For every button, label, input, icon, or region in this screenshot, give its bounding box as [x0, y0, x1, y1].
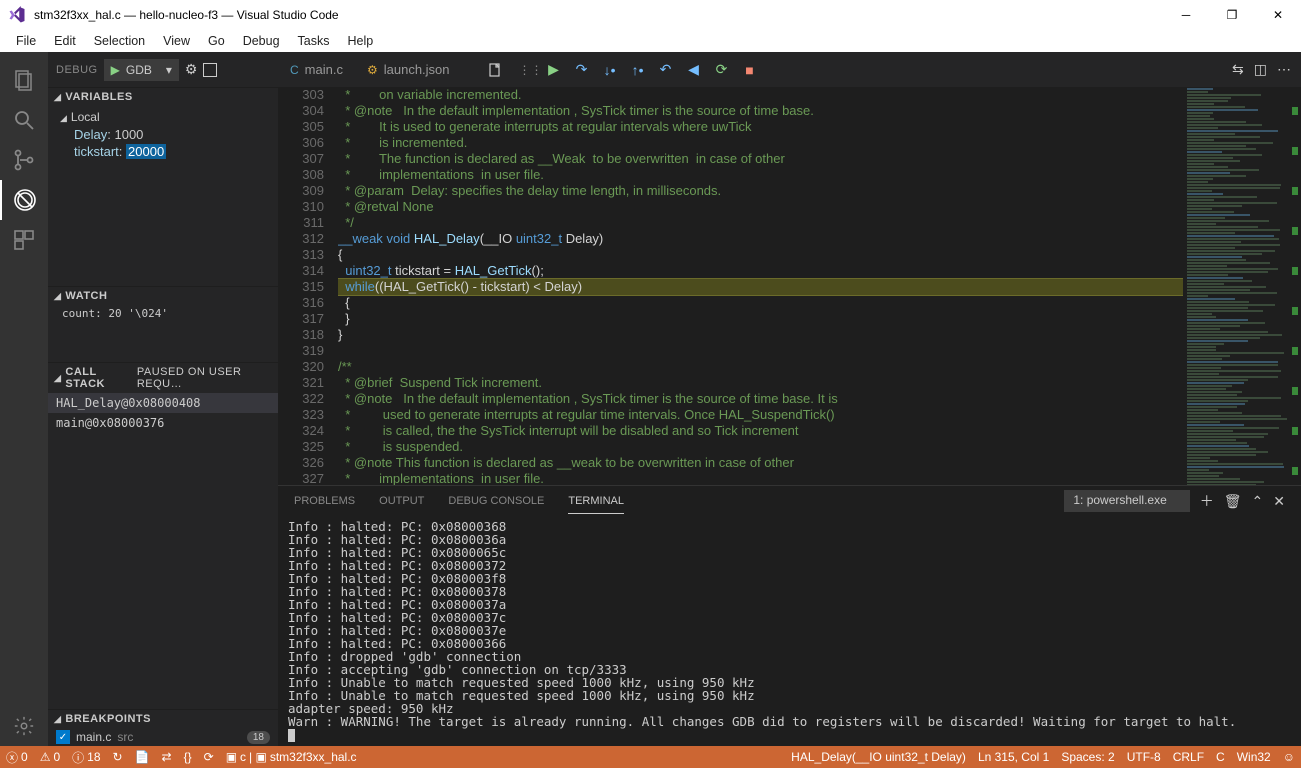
status-breadcrumb[interactable]: ▣ c | ▣ stm32f3xx_hal.c — [220, 750, 363, 764]
tab-bar: Cmain.c ⚙launch.json ⋮⋮ ▶ ↷ ↓• ↑• ↶ ◀ ⟳ … — [278, 52, 1301, 87]
terminal-output[interactable]: Info : halted: PC: 0x08000368 Info : hal… — [278, 516, 1301, 746]
breakpoint-item[interactable]: ✓ main.c src 18 — [48, 728, 278, 746]
variables-header[interactable]: ◢VARIABLES — [48, 88, 278, 106]
tab-main-c[interactable]: Cmain.c — [278, 52, 355, 87]
extensions-icon[interactable] — [0, 220, 48, 260]
maximize-panel-icon[interactable]: ⌃ — [1252, 493, 1264, 510]
status-position[interactable]: Ln 315, Col 1 — [972, 750, 1055, 764]
debug-toolbar-grip-icon[interactable]: ⋮⋮ — [522, 58, 540, 82]
debug-toolbar: ⋮⋮ ▶ ↷ ↓• ↑• ↶ ◀ ⟳ ■ — [522, 58, 764, 82]
variable-row[interactable]: tickstart: 20000 — [56, 143, 270, 160]
terminal-selector[interactable]: 1: powershell.exe — [1064, 490, 1189, 512]
panel-tab-terminal[interactable]: TERMINAL — [568, 489, 624, 514]
breakpoints-header[interactable]: ◢BREAKPOINTS — [48, 710, 278, 728]
menu-file[interactable]: File — [8, 32, 44, 50]
status-icon[interactable]: ↻ — [107, 750, 129, 764]
panel-tab-debugconsole[interactable]: DEBUG CONSOLE — [448, 489, 544, 513]
bottom-panel: PROBLEMS OUTPUT DEBUG CONSOLE TERMINAL 1… — [278, 485, 1301, 746]
menu-go[interactable]: Go — [200, 32, 233, 50]
sidebar: DEBUG ▶GDB▾ ⚙ ◢VARIABLES ◢Local Delay: 1… — [48, 52, 278, 746]
close-panel-icon[interactable]: ✕ — [1273, 493, 1285, 510]
step-back-button[interactable]: ↶ — [652, 58, 680, 82]
source-control-icon[interactable] — [0, 140, 48, 180]
status-encoding[interactable]: UTF-8 — [1121, 750, 1167, 764]
panel-tab-problems[interactable]: PROBLEMS — [294, 489, 355, 513]
reverse-button[interactable]: ◀ — [680, 58, 708, 82]
split-editor-icon[interactable]: ◫ — [1254, 61, 1267, 78]
activity-bar — [0, 52, 48, 746]
search-icon[interactable] — [0, 100, 48, 140]
callstack-header[interactable]: ◢CALL STACKPAUSED ON USER REQU… — [48, 363, 278, 393]
menu-edit[interactable]: Edit — [46, 32, 84, 50]
callstack-item[interactable]: main@0x08000376 — [48, 413, 278, 433]
step-into-button[interactable]: ↓• — [596, 58, 624, 82]
status-spaces[interactable]: Spaces: 2 — [1055, 750, 1120, 764]
menu-view[interactable]: View — [155, 32, 198, 50]
tab-launch-json[interactable]: ⚙launch.json — [355, 52, 462, 87]
menu-bar: File Edit Selection View Go Debug Tasks … — [0, 30, 1301, 52]
watch-item[interactable]: count: 20 '\024' — [48, 305, 278, 322]
menu-debug[interactable]: Debug — [235, 32, 288, 50]
open-file-icon[interactable] — [482, 62, 510, 78]
status-function[interactable]: HAL_Delay(__IO uint32_t Delay) — [785, 750, 972, 764]
close-button[interactable]: ✕ — [1255, 0, 1301, 30]
status-target[interactable]: Win32 — [1231, 750, 1277, 764]
status-language[interactable]: C — [1210, 750, 1231, 764]
more-icon[interactable]: ⋯ — [1277, 61, 1291, 78]
step-out-button[interactable]: ↑• — [624, 58, 652, 82]
title-bar: stm32f3xx_hal.c — hello-nucleo-f3 — Visu… — [0, 0, 1301, 30]
status-warnings[interactable]: ⚠ 0 — [34, 750, 66, 764]
explorer-icon[interactable] — [0, 60, 48, 100]
debug-icon[interactable] — [0, 180, 48, 220]
menu-selection[interactable]: Selection — [86, 32, 153, 50]
step-over-button[interactable]: ↷ — [568, 58, 596, 82]
debug-console-toggle-icon[interactable] — [203, 63, 217, 77]
status-icon[interactable]: ⇄ — [156, 750, 178, 764]
menu-help[interactable]: Help — [340, 32, 382, 50]
status-icon[interactable]: {} — [178, 750, 198, 764]
panel-tab-output[interactable]: OUTPUT — [379, 489, 424, 513]
kill-terminal-icon[interactable]: 🗑 — [1224, 493, 1242, 510]
status-info[interactable]: ⓘ 18 — [66, 749, 106, 766]
maximize-button[interactable]: ❐ — [1209, 0, 1255, 30]
status-eol[interactable]: CRLF — [1167, 750, 1210, 764]
variables-scope-local[interactable]: ◢Local — [56, 108, 270, 126]
status-bar: ⓧ 0 ⚠ 0 ⓘ 18 ↻ 📄 ⇄ {} ⟳ ▣ c | ▣ stm32f3x… — [0, 746, 1301, 768]
status-errors[interactable]: ⓧ 0 — [0, 749, 34, 766]
breakpoint-checkbox[interactable]: ✓ — [56, 730, 70, 744]
new-terminal-icon[interactable]: ＋ — [1200, 491, 1214, 511]
split-compare-icon[interactable]: ⇆ — [1232, 61, 1244, 78]
callstack-item[interactable]: HAL_Delay@0x08000408 — [48, 393, 278, 413]
menu-tasks[interactable]: Tasks — [290, 32, 338, 50]
debug-label: DEBUG — [56, 64, 98, 76]
status-feedback-icon[interactable]: ☺ — [1277, 750, 1301, 764]
restart-button[interactable]: ⟳ — [708, 58, 736, 82]
continue-button[interactable]: ▶ — [540, 58, 568, 82]
window-title: stm32f3xx_hal.c — hello-nucleo-f3 — Visu… — [34, 8, 1163, 22]
status-icon[interactable]: 📄 — [129, 750, 156, 764]
settings-gear-icon[interactable] — [0, 706, 48, 746]
debug-config-dropdown[interactable]: ▶GDB▾ — [104, 59, 179, 81]
watch-header[interactable]: ◢WATCH — [48, 287, 278, 305]
debug-settings-icon[interactable]: ⚙ — [185, 61, 198, 78]
stop-button[interactable]: ■ — [736, 58, 764, 82]
minimap[interactable] — [1183, 87, 1301, 485]
vs-logo-icon — [6, 4, 28, 26]
status-icon[interactable]: ⟳ — [198, 750, 220, 764]
variable-row[interactable]: Delay: 1000 — [56, 126, 270, 143]
minimize-button[interactable]: ─ — [1163, 0, 1209, 30]
